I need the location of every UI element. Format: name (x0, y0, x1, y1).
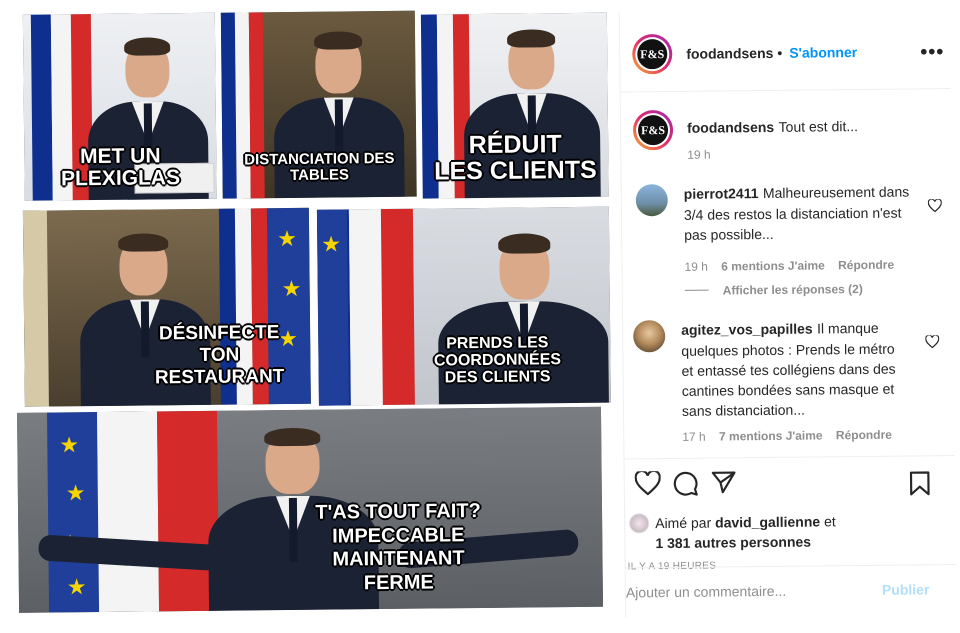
caption-username[interactable]: foodandsens (687, 119, 774, 136)
eu-flag: ★★★★ (46, 412, 100, 613)
comment-2-body: agitez_vos_papilles Il manque quelques p… (681, 317, 932, 421)
meme-panel-1: MET UN PLEXIGLAS (22, 12, 217, 201)
meme-caption-3: RÉDUIT LES CLIENTS (434, 130, 597, 186)
liked-by-user[interactable]: david_gallienne (715, 513, 820, 530)
view-replies-button[interactable]: Afficher les réponses (2) (723, 282, 863, 297)
comment-input[interactable]: Ajouter un commentaire... (626, 583, 786, 601)
liker-avatar[interactable] (629, 513, 650, 534)
comment-like-heart-icon[interactable] (927, 199, 942, 213)
bookmark-icon[interactable] (909, 470, 931, 496)
comment-icon[interactable] (673, 471, 699, 497)
comment-2-likes[interactable]: 7 mentions J'aime (719, 428, 823, 443)
eu-flag: ★ (316, 209, 349, 406)
liked-by-prefix: Aimé par (655, 514, 712, 532)
avatar[interactable]: F&S (632, 33, 673, 75)
comment-1-reply-button[interactable]: Répondre (838, 258, 894, 273)
comment-2-reply-button[interactable]: Répondre (836, 428, 892, 443)
post-image[interactable]: MET UN PLEXIGLAS DISTANCIATION DES TABLES (12, 6, 616, 613)
comment-2-text-5: sans distanciation... (681, 401, 806, 419)
liked-by-others[interactable]: 1 381 autres personnes (655, 530, 945, 553)
post-sidebar: F&S foodandsens • S'abonner ••• F&S food… (618, 9, 957, 618)
meme-panel-3: RÉDUIT LES CLIENTS (420, 12, 609, 199)
meme-panel-4: ★ ★ ★ DÉSINFECTE TON RESTAURANT (22, 207, 311, 407)
post-header: F&S foodandsens • S'abonner ••• (619, 9, 951, 93)
meme-panel-6: ★★★★ T'AS TOUT FAIT?IMPECCABLEMAINTENANT… (16, 406, 604, 613)
screenshot-stage: MET UN PLEXIGLAS DISTANCIATION DES TABLES (0, 0, 960, 633)
comment-1-meta: 19 h 6 mentions J'aime Répondre (684, 258, 894, 274)
comment-2-text-4: cantines bondées sans masque et (681, 380, 895, 399)
publish-button[interactable]: Publier (882, 581, 930, 597)
meme-caption-4: DÉSINFECTE TON RESTAURANT (154, 322, 285, 389)
meme-caption-2: DISTANCIATION DES TABLES (244, 149, 395, 184)
replies-divider (684, 289, 709, 291)
comment-1-text-2: 3/4 des restos la distanciation n'est (683, 204, 902, 223)
comment-2-username[interactable]: agitez_vos_papilles (681, 321, 813, 338)
comment-1-text-3: pas possible... (684, 225, 774, 243)
caption-text: Tout est dit... (778, 118, 859, 135)
paper-plane-icon[interactable] (711, 470, 737, 494)
comment-1-body: pierrot2411 Malheureusement dans 3/4 des… (684, 181, 925, 245)
meme-caption-5: PRENDS LES COORDONNÉES DES CLIENTS (433, 334, 562, 386)
meme-panel-2: DISTANCIATION DES TABLES (220, 10, 417, 199)
comment-2-text-3: et entassé tes collégiens dans des (681, 360, 896, 379)
liked-by-summary: Aimé par david_gallienne et 1 381 autres… (655, 510, 945, 553)
commenter-avatar[interactable] (635, 184, 668, 217)
comment-bar: Ajouter un commentaire... Publier (625, 564, 957, 618)
meme-caption-1: MET UN PLEXIGLAS (60, 144, 181, 191)
comment-like-heart-icon[interactable] (925, 335, 940, 349)
heart-icon[interactable] (634, 471, 661, 496)
comment-2-text-2: quelques photos : Prends le métro (681, 340, 895, 359)
commenter-avatar[interactable] (633, 320, 666, 353)
comment-1-text-1: Malheureusement dans (762, 183, 910, 202)
comment-2-meta: 17 h 7 mentions J'aime Répondre (682, 428, 892, 444)
more-options-icon[interactable]: ••• (920, 41, 944, 64)
comment-1-username[interactable]: pierrot2411 (684, 185, 759, 202)
caption-avatar[interactable]: F&S (632, 109, 674, 151)
separator-dot: • (777, 44, 783, 61)
comment-1-likes[interactable]: 6 mentions J'aime (721, 258, 825, 273)
comment-1-time: 19 h (684, 259, 708, 274)
meme-panel-5: ★ PRENDS LES COORDONNÉES DES CLIENTS (316, 206, 611, 406)
caption-row: foodandsens Tout est dit... (687, 117, 937, 138)
meme-caption-6: T'AS TOUT FAIT? IMPECCABLE MAINTENANT FERME (315, 500, 481, 595)
comment-2-time: 17 h (682, 429, 706, 444)
liked-by-and: et (823, 513, 836, 530)
header-username[interactable]: foodandsens (686, 45, 773, 62)
comment-2-text-1: Il manque (817, 319, 879, 337)
caption-time: 19 h (687, 147, 711, 162)
follow-button[interactable]: S'abonner (789, 44, 857, 61)
